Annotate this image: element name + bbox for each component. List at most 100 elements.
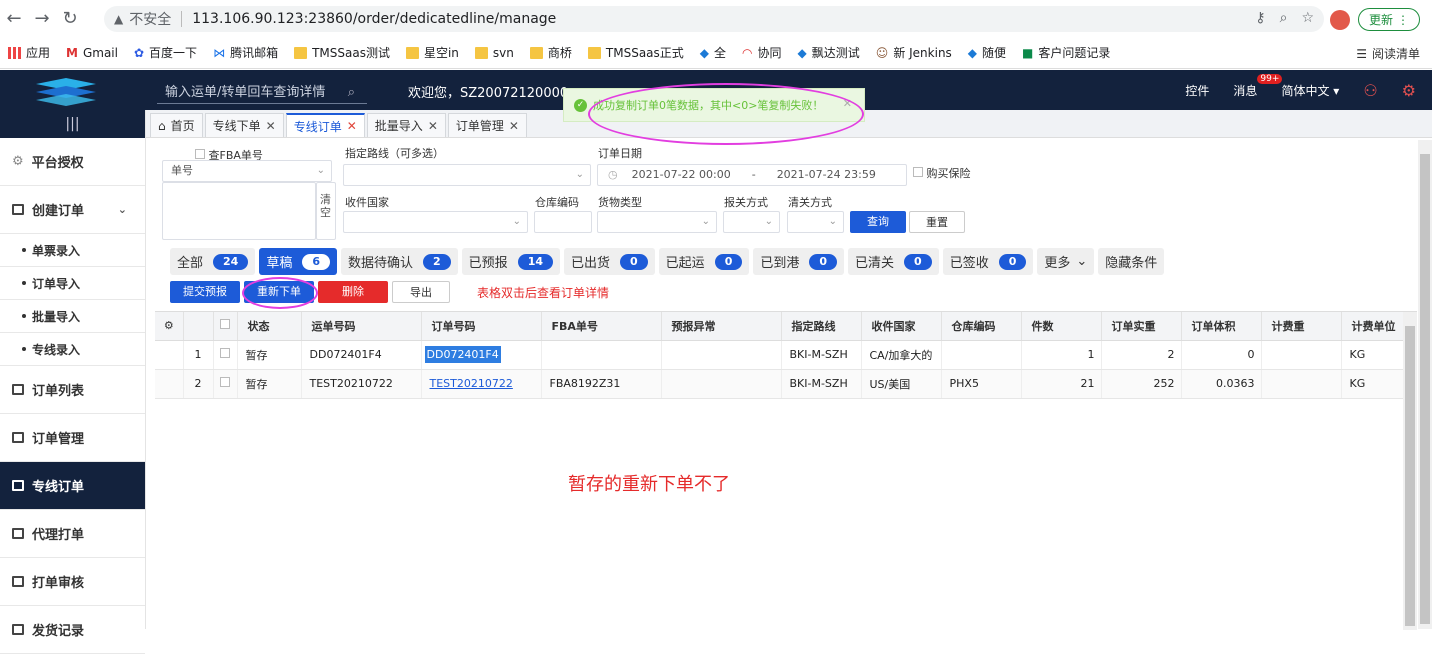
tab-line-orders[interactable]: 专线订单 ✕ [285, 113, 365, 137]
language-select[interactable]: 简体中文 ▾ [1281, 82, 1339, 99]
order-no-textarea[interactable] [162, 182, 316, 240]
key-icon[interactable]: ⚷ [1255, 10, 1265, 26]
status-draft[interactable]: 草稿 6 [259, 248, 337, 275]
sidebar-item-order-import[interactable]: 订单导入 [0, 267, 145, 300]
order-link[interactable]: TEST20210722 [430, 377, 513, 390]
messages-link[interactable]: 消息 99+ [1233, 73, 1283, 99]
close-icon[interactable]: ✕ [843, 97, 852, 110]
submit-forecast-button[interactable]: 提交预报 [170, 281, 240, 303]
sidebar-item-batch-import[interactable]: 批量导入 [0, 300, 145, 333]
sidebar-item-line-entry[interactable]: 专线录入 [0, 333, 145, 366]
customs-select[interactable]: ⌄ [723, 211, 780, 233]
reading-list[interactable]: ☰ 阅读清单 [1356, 45, 1420, 62]
bookmark-baidu[interactable]: ✿ 百度一下 [134, 44, 197, 61]
tab-batch-import[interactable]: 批量导入 ✕ [366, 113, 446, 137]
status-pending-confirm[interactable]: 数据待确认 2 [341, 248, 458, 275]
column-header[interactable]: 件数 [1021, 312, 1102, 341]
tab-home[interactable]: ⌂ 首页 [150, 113, 203, 137]
sidebar-item-order-list[interactable]: 订单列表 [0, 366, 145, 414]
column-header[interactable]: 仓库编码 [941, 312, 1022, 341]
waybill-search-input[interactable]: 输入运单/转单回车查询详情 ⌕ [157, 82, 367, 104]
star-icon[interactable]: ☆ [1301, 10, 1314, 26]
user-icon[interactable]: ⚇ [1363, 81, 1377, 100]
column-header[interactable]: 计费单位 [1341, 312, 1404, 341]
tab-line-order-create[interactable]: 专线下单 ✕ [204, 113, 284, 137]
reset-button[interactable]: 重置 [909, 211, 965, 233]
column-header[interactable]: 订单实重 [1101, 312, 1182, 341]
settings-icon[interactable]: ⚙ [1402, 81, 1416, 100]
status-arrived[interactable]: 已到港 0 [753, 248, 845, 275]
close-icon[interactable]: ✕ [509, 119, 519, 133]
sidebar-item-order-manage[interactable]: 订单管理 [0, 414, 145, 462]
hide-conditions-button[interactable]: 隐藏条件 [1098, 248, 1165, 275]
column-header[interactable]: FBA单号 [541, 312, 662, 341]
bookmark-shangqiao[interactable]: 商桥 [529, 44, 572, 61]
country-select[interactable]: ⌄ [343, 211, 528, 233]
sidebar-item-print-review[interactable]: 打单审核 [0, 558, 145, 606]
export-button[interactable]: 导出 [392, 281, 450, 303]
sidebar-item-agent-print[interactable]: 代理打单 [0, 510, 145, 558]
query-button[interactable]: 查询 [850, 211, 906, 233]
collapse-menu-icon[interactable]: ||| [0, 110, 145, 138]
date-range-input[interactable]: ◷ 2021-07-22 00:00 - 2021-07-24 23:59 [597, 164, 907, 186]
status-departed[interactable]: 已起运 0 [658, 248, 750, 275]
row-checkbox[interactable] [213, 340, 238, 370]
cell-order[interactable]: DD072401F4 [421, 340, 542, 370]
bookmark-gmail[interactable]: M Gmail [66, 46, 118, 60]
clear-button[interactable]: 清空 [316, 182, 336, 240]
controls-link[interactable]: 控件 [1185, 82, 1209, 99]
status-shipped[interactable]: 已出货 0 [564, 248, 655, 275]
bookmark-suibian[interactable]: ◆ 随便 [968, 44, 1006, 61]
status-cleared[interactable]: 已清关 0 [848, 248, 939, 275]
order-link[interactable]: DD072401F4 [424, 346, 501, 363]
close-icon[interactable]: ✕ [428, 119, 438, 133]
reload-icon[interactable]: ↻ [56, 8, 84, 29]
bookmark-tmssaas-prod[interactable]: TMSSaas正式 [587, 44, 684, 61]
column-header[interactable]: 订单号码 [421, 312, 542, 341]
table-row[interactable]: 1 暂存 DD072401F4 DD072401F4 BKI-M-SZH CA/… [155, 340, 1404, 370]
address-bar[interactable]: ▲ 不安全 113.106.90.123:23860/order/dedicat… [104, 6, 1324, 32]
row-checkbox[interactable] [213, 369, 238, 399]
bookmark-quan[interactable]: ◆ 全 [700, 44, 726, 61]
bookmark-xietong[interactable]: ◠ 协同 [742, 44, 782, 61]
status-forecasted[interactable]: 已预报 14 [461, 248, 560, 275]
column-header[interactable]: 计费重 [1261, 312, 1342, 341]
table-row[interactable]: 2 暂存 TEST20210722 TEST20210722 FBA8192Z3… [155, 369, 1404, 399]
column-header[interactable]: 状态 [237, 312, 302, 341]
column-header[interactable]: 运单号码 [301, 312, 422, 341]
sidebar-item-shipment-records[interactable]: 发货记录 [0, 606, 145, 654]
order-no-type-select[interactable]: 单号 ⌄ [162, 160, 332, 182]
status-all[interactable]: 全部 24 [170, 248, 256, 275]
column-header[interactable]: 订单体积 [1181, 312, 1262, 341]
column-header[interactable]: 预报异常 [661, 312, 782, 341]
status-signed[interactable]: 已签收 0 [942, 248, 1034, 275]
route-select[interactable]: ⌄ [343, 164, 591, 186]
clearance-select[interactable]: ⌄ [787, 211, 844, 233]
close-icon[interactable]: ✕ [347, 119, 357, 133]
sidebar-item-create-order[interactable]: 创建订单 ⌄ [0, 186, 145, 234]
extension-icon[interactable] [1330, 9, 1350, 30]
warehouse-input[interactable] [534, 211, 592, 233]
delete-button[interactable]: 删除 [318, 281, 388, 303]
back-icon[interactable]: ← [0, 8, 28, 29]
grid-scroll-thumb[interactable] [1405, 326, 1415, 626]
bookmark-apps[interactable]: 应用 [8, 44, 50, 61]
column-header[interactable]: 收件国家 [861, 312, 942, 341]
cell-order[interactable]: TEST20210722 [421, 369, 542, 399]
search-icon[interactable]: ⌕ [348, 82, 355, 104]
reorder-button[interactable]: 重新下单 [244, 281, 314, 303]
grid-scrollbar[interactable] [1403, 312, 1417, 630]
column-header[interactable]: 指定路线 [781, 312, 862, 341]
goods-select[interactable]: ⌄ [597, 211, 717, 233]
bookmark-piaoda[interactable]: ◆ 飘达测试 [798, 44, 860, 61]
column-settings-icon[interactable]: ⚙ [155, 312, 184, 341]
page-scroll-thumb[interactable] [1420, 154, 1430, 624]
bookmark-xingkong[interactable]: 星空in [405, 44, 459, 61]
bookmark-issues[interactable]: ■ 客户问题记录 [1022, 44, 1110, 61]
select-all-checkbox[interactable] [213, 312, 238, 341]
sidebar-item-single-entry[interactable]: 单票录入 [0, 234, 145, 267]
close-icon[interactable]: ✕ [266, 119, 276, 133]
zoom-icon[interactable]: ⌕ [1280, 10, 1288, 26]
bookmark-svn[interactable]: svn [474, 46, 514, 60]
bookmark-jenkins[interactable]: ☺ 新 Jenkins [876, 44, 952, 61]
